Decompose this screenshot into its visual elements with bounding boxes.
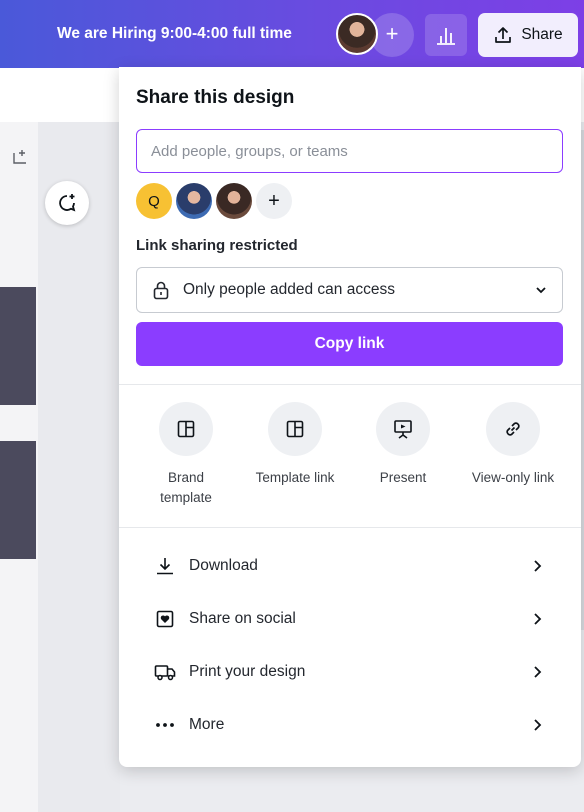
share-on-social-menu-item[interactable]: Share on social [153, 599, 545, 639]
menu-item-label: Print your design [189, 663, 306, 680]
add-people-input[interactable] [136, 129, 563, 173]
canvas-element[interactable] [0, 441, 36, 559]
option-label: Template link [255, 470, 335, 485]
link-icon [506, 422, 520, 436]
brand-template-option[interactable]: Brand template [126, 402, 246, 508]
bar-chart-icon [437, 28, 455, 45]
chevron-right-icon [529, 717, 545, 733]
access-level-value: Only people added can access [183, 281, 395, 298]
heart-icon [153, 607, 177, 631]
menu-item-label: Download [189, 557, 258, 574]
option-label: Brand template [160, 470, 212, 505]
divider [119, 527, 581, 528]
option-label: View-only link [471, 470, 555, 485]
upload-icon [495, 27, 512, 43]
share-panel: Share this design Q + Link sharing restr… [119, 67, 581, 767]
menu-item-label: More [189, 716, 225, 733]
view-only-link-option[interactable]: View-only link [453, 402, 573, 488]
download-icon [153, 554, 177, 578]
link-sharing-label: Link sharing restricted [136, 237, 298, 254]
collaborator-avatar[interactable]: Q [136, 183, 172, 219]
template-icon [286, 420, 304, 438]
canvas-element[interactable] [0, 287, 36, 405]
add-page-icon[interactable] [11, 148, 29, 171]
chevron-right-icon [529, 664, 545, 680]
add-comment-button[interactable] [45, 181, 89, 225]
collaborator-avatar[interactable] [216, 183, 252, 219]
template-icon [177, 420, 195, 438]
chevron-right-icon [529, 611, 545, 627]
chevron-right-icon [529, 558, 545, 574]
menu-item-label: Share on social [189, 610, 296, 627]
copy-link-button[interactable]: Copy link [136, 322, 563, 366]
option-label: Present [379, 470, 427, 485]
more-menu-item[interactable]: More [153, 705, 545, 745]
present-icon [394, 420, 412, 439]
top-bar: We are Hiring 9:00-4:00 full time + Shar… [0, 0, 584, 68]
template-link-option[interactable]: Template link [235, 402, 355, 488]
present-option[interactable]: Present [343, 402, 463, 488]
chevron-down-icon [536, 287, 546, 294]
share-button[interactable]: Share [478, 13, 578, 57]
comment-add-icon [59, 194, 76, 212]
design-title[interactable]: We are Hiring 9:00-4:00 full time [57, 25, 292, 43]
share-button-label: Share [521, 26, 563, 43]
more-icon [153, 713, 177, 737]
add-person-button[interactable]: + [256, 183, 292, 219]
truck-icon [153, 660, 177, 684]
collaborators-row: Q + [136, 183, 292, 219]
download-menu-item[interactable]: Download [153, 546, 545, 586]
lock-icon [153, 281, 169, 300]
access-level-select[interactable]: Only people added can access [136, 267, 563, 313]
panel-title: Share this design [136, 87, 295, 108]
print-design-menu-item[interactable]: Print your design [153, 652, 545, 692]
collaborator-avatar[interactable] [176, 183, 212, 219]
user-avatar[interactable] [336, 13, 378, 55]
insights-button[interactable] [425, 14, 467, 56]
divider [119, 384, 581, 385]
share-options: Brand template Template link Present Vie… [119, 402, 581, 522]
